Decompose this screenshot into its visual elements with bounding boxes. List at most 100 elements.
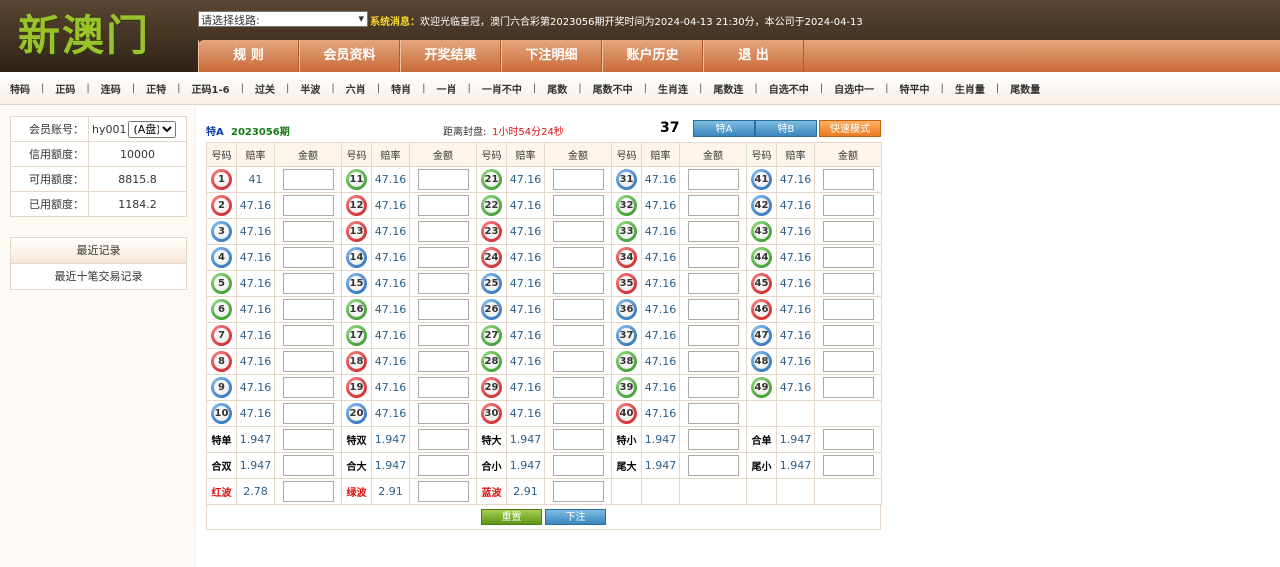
amount-input[interactable] bbox=[822, 247, 874, 268]
subnav-item[interactable]: 正特 bbox=[146, 81, 166, 96]
amount-input[interactable] bbox=[552, 169, 604, 190]
amount-input[interactable] bbox=[687, 403, 739, 424]
amount-input[interactable] bbox=[552, 247, 604, 268]
amount-input[interactable] bbox=[822, 429, 874, 450]
subnav-item[interactable]: 特码 bbox=[10, 81, 30, 96]
subnav-item[interactable]: 连码 bbox=[101, 81, 121, 96]
amount-input[interactable] bbox=[417, 195, 469, 216]
subnav-item[interactable]: 一肖 bbox=[436, 81, 456, 96]
amount-input[interactable] bbox=[822, 299, 874, 320]
amount-input[interactable] bbox=[417, 169, 469, 190]
subnav-item[interactable]: 尾数 bbox=[547, 81, 567, 96]
amount-input[interactable] bbox=[282, 221, 334, 242]
amount-input[interactable] bbox=[687, 377, 739, 398]
submit-bet-button[interactable]: 下注 bbox=[545, 509, 606, 525]
amount-input[interactable] bbox=[687, 221, 739, 242]
number-cell: 3 bbox=[206, 218, 237, 245]
amount-input[interactable] bbox=[417, 455, 469, 476]
amount-input[interactable] bbox=[822, 325, 874, 346]
amount-input[interactable] bbox=[822, 221, 874, 242]
amount-input[interactable] bbox=[687, 429, 739, 450]
amount-input[interactable] bbox=[552, 455, 604, 476]
recent-ten-link[interactable]: 最近十笔交易记录 bbox=[11, 264, 186, 289]
amount-input[interactable] bbox=[822, 195, 874, 216]
subnav-item[interactable]: 尾数连 bbox=[713, 81, 743, 96]
amount-input[interactable] bbox=[282, 481, 334, 502]
subnav-item[interactable]: 正码 bbox=[55, 81, 75, 96]
amount-input[interactable] bbox=[687, 325, 739, 346]
nav-draw-results[interactable]: 开奖结果 bbox=[400, 40, 501, 72]
number-ball-icon: 19 bbox=[346, 377, 367, 398]
amount-input[interactable] bbox=[417, 481, 469, 502]
amount-input[interactable] bbox=[552, 377, 604, 398]
amount-input[interactable] bbox=[282, 429, 334, 450]
amount-input[interactable] bbox=[687, 195, 739, 216]
odds-value: 1.947 bbox=[506, 426, 545, 453]
amount-input[interactable] bbox=[282, 325, 334, 346]
amount-input[interactable] bbox=[552, 403, 604, 424]
amount-input[interactable] bbox=[417, 299, 469, 320]
amount-input[interactable] bbox=[822, 273, 874, 294]
amount-input[interactable] bbox=[282, 273, 334, 294]
amount-input[interactable] bbox=[282, 403, 334, 424]
fast-mode-button[interactable]: 快速模式 bbox=[819, 120, 881, 137]
subnav-item[interactable]: 半波 bbox=[300, 81, 320, 96]
amount-input[interactable] bbox=[417, 403, 469, 424]
amount-input[interactable] bbox=[282, 377, 334, 398]
amount-input[interactable] bbox=[822, 169, 874, 190]
amount-input[interactable] bbox=[552, 299, 604, 320]
line-select[interactable]: 请选择线路: ▾ bbox=[198, 11, 368, 27]
subnav-item[interactable]: 尾数不中 bbox=[593, 81, 633, 96]
amount-input[interactable] bbox=[687, 169, 739, 190]
amount-input[interactable] bbox=[282, 299, 334, 320]
amount-input[interactable] bbox=[282, 247, 334, 268]
amount-input[interactable] bbox=[687, 351, 739, 372]
amount-input[interactable] bbox=[282, 169, 334, 190]
subnav-item[interactable]: 特平中 bbox=[899, 81, 929, 96]
nav-account-history[interactable]: 账户历史 bbox=[602, 40, 703, 72]
amount-input[interactable] bbox=[417, 325, 469, 346]
amount-input[interactable] bbox=[552, 325, 604, 346]
amount-input[interactable] bbox=[687, 247, 739, 268]
tea-button[interactable]: 特A bbox=[693, 120, 755, 137]
amount-input[interactable] bbox=[417, 273, 469, 294]
amount-input[interactable] bbox=[552, 273, 604, 294]
amount-input[interactable] bbox=[282, 351, 334, 372]
amount-cell bbox=[409, 192, 477, 219]
amount-input[interactable] bbox=[282, 455, 334, 476]
amount-input[interactable] bbox=[822, 377, 874, 398]
amount-input[interactable] bbox=[552, 221, 604, 242]
nav-rules[interactable]: 规 则 bbox=[198, 40, 299, 72]
amount-input[interactable] bbox=[552, 351, 604, 372]
amount-input[interactable] bbox=[822, 351, 874, 372]
nav-logout[interactable]: 退 出 bbox=[703, 40, 804, 72]
amount-input[interactable] bbox=[822, 455, 874, 476]
amount-input[interactable] bbox=[282, 195, 334, 216]
subnav-item[interactable]: 过关 bbox=[255, 81, 275, 96]
nav-member-info[interactable]: 会员资料 bbox=[299, 40, 400, 72]
amount-input[interactable] bbox=[687, 273, 739, 294]
subnav-item[interactable]: 六肖 bbox=[346, 81, 366, 96]
amount-input[interactable] bbox=[417, 377, 469, 398]
amount-input[interactable] bbox=[552, 429, 604, 450]
subnav-item[interactable]: 尾数量 bbox=[1010, 81, 1040, 96]
amount-input[interactable] bbox=[552, 195, 604, 216]
reset-button[interactable]: 重置 bbox=[481, 509, 542, 525]
plate-select[interactable]: (A盘) bbox=[128, 120, 177, 138]
amount-input[interactable] bbox=[417, 351, 469, 372]
amount-input[interactable] bbox=[417, 429, 469, 450]
subnav-item[interactable]: 正码1-6 bbox=[192, 81, 230, 96]
teb-button[interactable]: 特B bbox=[755, 120, 817, 137]
subnav-item[interactable]: 一肖不中 bbox=[482, 81, 522, 96]
subnav-item[interactable]: 自选不中 bbox=[769, 81, 809, 96]
nav-bet-details[interactable]: 下注明细 bbox=[501, 40, 602, 72]
subnav-item[interactable]: 生肖量 bbox=[955, 81, 985, 96]
subnav-item[interactable]: 生肖连 bbox=[658, 81, 688, 96]
amount-input[interactable] bbox=[552, 481, 604, 502]
amount-input[interactable] bbox=[417, 221, 469, 242]
subnav-item[interactable]: 特肖 bbox=[391, 81, 411, 96]
amount-input[interactable] bbox=[687, 455, 739, 476]
amount-input[interactable] bbox=[687, 299, 739, 320]
subnav-item[interactable]: 自选中一 bbox=[834, 81, 874, 96]
amount-input[interactable] bbox=[417, 247, 469, 268]
